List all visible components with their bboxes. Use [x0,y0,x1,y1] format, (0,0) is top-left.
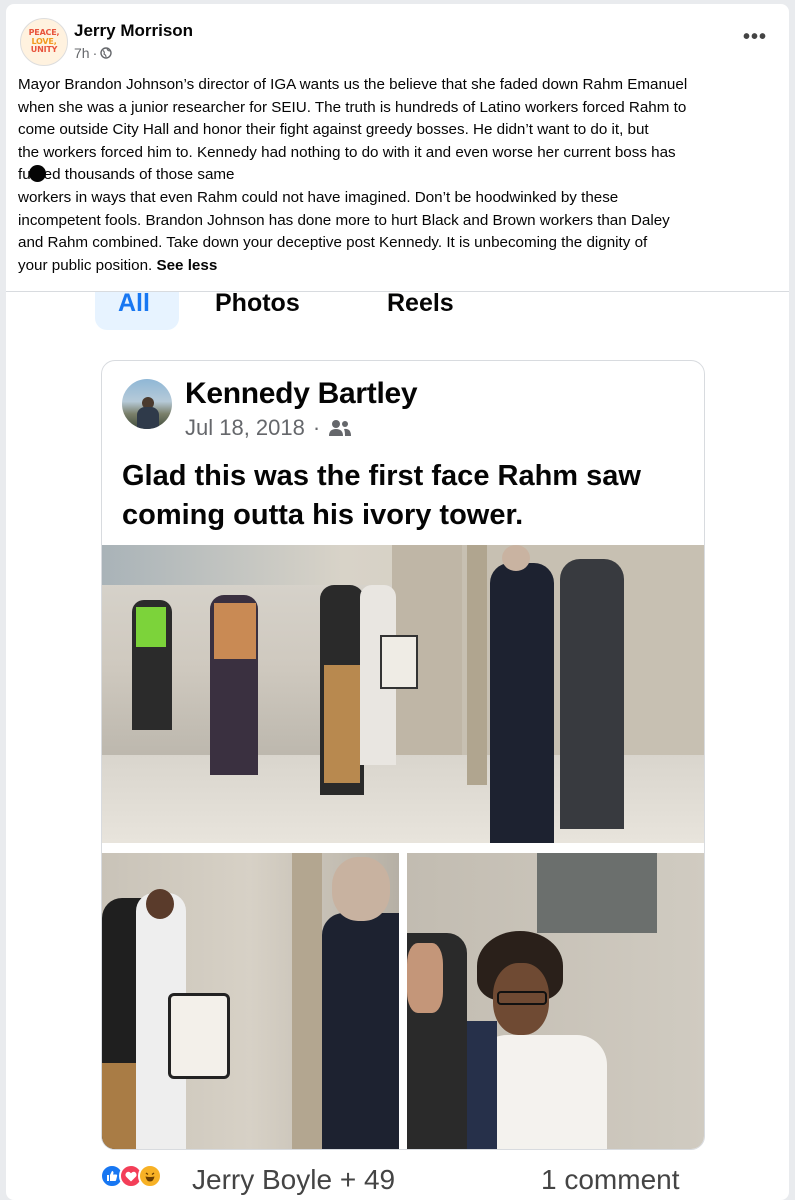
photo-bottom-left[interactable] [102,853,399,1149]
friends-icon [329,420,352,436]
post-line: workers in ways that even Rahm could not… [18,188,619,206]
tab-photos[interactable]: Photos [215,292,300,318]
post-body: Mayor Brandon Johnson’s director of IGA … [18,74,778,277]
post-line: come outside City Hall and honor their f… [18,121,649,139]
haha-icon [138,1164,162,1188]
reaction-icons[interactable] [100,1164,162,1188]
photo-main[interactable] [102,545,704,843]
tab-all[interactable]: All [118,292,150,318]
shared-post-date[interactable]: Jul 18, 2018 [185,415,305,441]
shared-author-name[interactable]: Kennedy Bartley [185,377,418,411]
see-less-link[interactable]: See less [156,257,217,274]
attached-screenshot[interactable]: All Photos Reels Kennedy Bartley Jul 18,… [72,292,724,1200]
post-line-redacted: fu ed thousands of those same [18,165,235,184]
facebook-post-card: PEACE, LOVE, UNITY Jerry Morrison 7h · •… [6,4,789,1200]
post-line: Mayor Brandon Johnson’s director of IGA … [18,76,688,93]
profile-tabs: All Photos Reels [72,292,724,332]
photo-bottom-right[interactable] [407,853,704,1149]
comment-count[interactable]: 1 comment [541,1164,680,1196]
post-line: when she was a junior researcher for SEI… [18,98,687,116]
post-line: incompetent fools. Brandon Johnson has d… [18,211,670,229]
author-name[interactable]: Jerry Morrison [74,21,193,41]
post-line: and Rahm combined. Take down your decept… [18,234,648,252]
shared-post-meta: Jul 18, 2018 · [185,415,352,441]
post-line: the workers forced him to. Kennedy had n… [18,143,676,161]
shared-post: Kennedy Bartley Jul 18, 2018 · Glad this… [101,360,705,1150]
post-line: your public position. See less [18,256,218,274]
shared-post-caption: Glad this was the first face Rahm saw co… [122,460,641,531]
tab-reels[interactable]: Reels [387,292,454,318]
shared-author-avatar[interactable] [122,379,172,429]
reactor-names[interactable]: Jerry Boyle + 49 [192,1164,395,1196]
more-options-button[interactable]: ••• [743,26,767,49]
author-avatar[interactable]: PEACE, LOVE, UNITY [20,18,68,66]
globe-icon [100,47,112,59]
post-meta: 7h · [74,45,112,61]
post-time[interactable]: 7h [74,45,90,61]
